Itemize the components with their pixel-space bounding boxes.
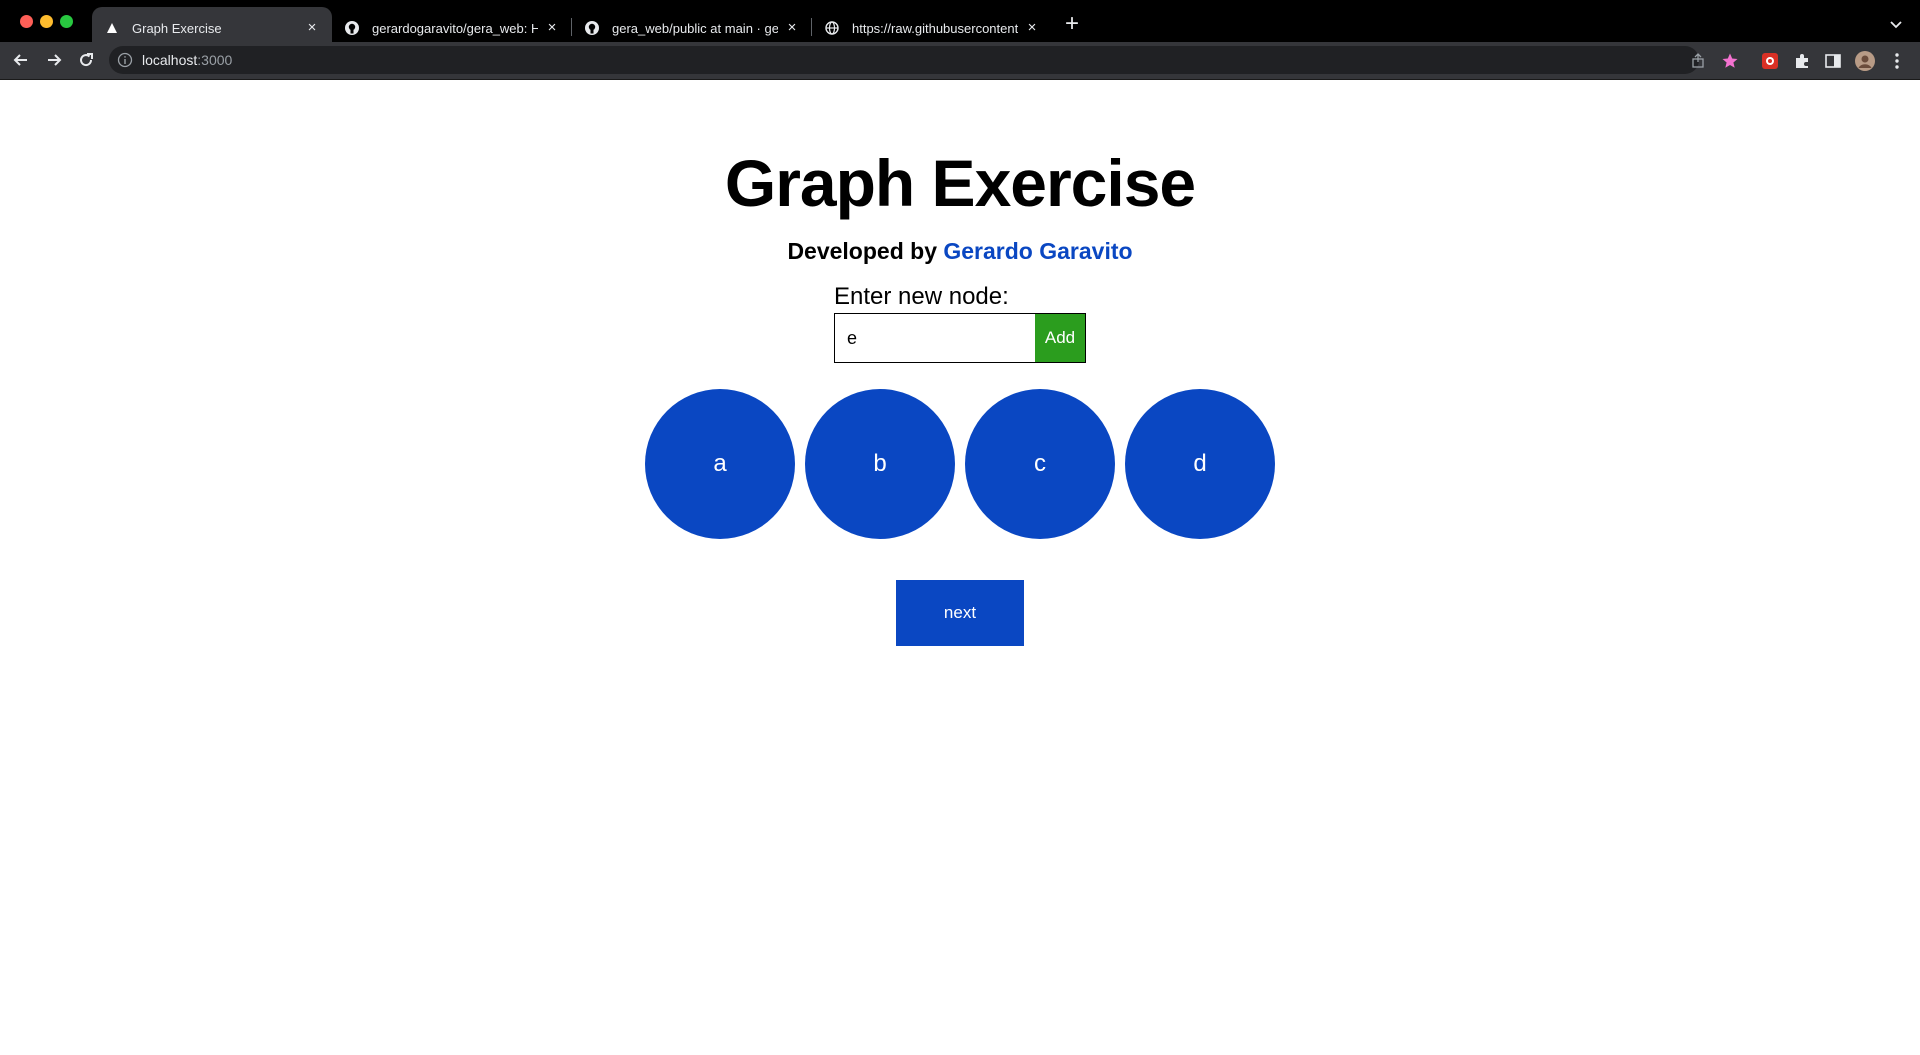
- more-vertical-icon[interactable]: [1887, 51, 1907, 71]
- new-tab-button[interactable]: +: [1062, 12, 1082, 37]
- add-node-button[interactable]: Add: [1035, 313, 1086, 363]
- graph-node[interactable]: d: [1125, 389, 1275, 539]
- developer-name-link[interactable]: Gerardo Garavito: [943, 238, 1132, 264]
- window-minimize-button[interactable]: [40, 15, 53, 28]
- developer-prefix: Developed by: [787, 238, 937, 264]
- github-icon: [584, 20, 600, 36]
- side-panel-icon[interactable]: [1823, 51, 1843, 71]
- reload-icon[interactable]: [75, 49, 97, 71]
- tab-search-chevron-icon[interactable]: [1886, 14, 1906, 34]
- site-info-icon[interactable]: [117, 52, 133, 68]
- globe-icon: [824, 20, 840, 36]
- graph-node[interactable]: c: [965, 389, 1115, 539]
- url-port: :3000: [197, 52, 233, 68]
- page-title: Graph Exercise: [724, 146, 1196, 220]
- tab-title: Graph Exercise: [132, 20, 222, 36]
- tab-close-icon[interactable]: ×: [1024, 20, 1040, 36]
- graph-node[interactable]: a: [645, 389, 795, 539]
- graph-node[interactable]: b: [805, 389, 955, 539]
- window-close-button[interactable]: [20, 15, 33, 28]
- tab-close-icon[interactable]: ×: [784, 20, 800, 36]
- browser-toolbar: localhost:3000: [0, 42, 1920, 79]
- forward-arrow-icon[interactable]: [43, 49, 65, 71]
- github-icon: [344, 20, 360, 36]
- back-arrow-icon[interactable]: [10, 49, 32, 71]
- profile-avatar[interactable]: [1855, 51, 1875, 71]
- developer-credit: Developed by Gerardo Garavito: [0, 238, 1920, 265]
- tab-title: https://raw.githubusercontent.c: [852, 20, 1018, 36]
- bookmark-star-icon[interactable]: [1720, 51, 1740, 71]
- tab-title: gera_web/public at main · gera: [612, 20, 778, 36]
- next-button[interactable]: next: [896, 580, 1024, 646]
- triangle-favicon-icon: [104, 20, 120, 36]
- url-text: localhost:3000: [142, 52, 232, 68]
- address-bar[interactable]: localhost:3000: [109, 46, 1699, 74]
- node-input[interactable]: [834, 313, 1036, 363]
- share-icon[interactable]: [1688, 51, 1708, 71]
- extension-app-icon[interactable]: [1760, 51, 1780, 71]
- node-input-label: Enter new node:: [834, 283, 1009, 310]
- tab-title: gerardogaravito/gera_web: He: [372, 20, 538, 36]
- tab-close-icon[interactable]: ×: [544, 20, 560, 36]
- url-host: localhost: [142, 52, 198, 68]
- page-content: Graph Exercise Developed by Gerardo Gara…: [0, 80, 1920, 1055]
- window-zoom-button[interactable]: [60, 15, 73, 28]
- tab-close-icon[interactable]: ×: [304, 20, 320, 36]
- extensions-puzzle-icon[interactable]: [1792, 51, 1812, 71]
